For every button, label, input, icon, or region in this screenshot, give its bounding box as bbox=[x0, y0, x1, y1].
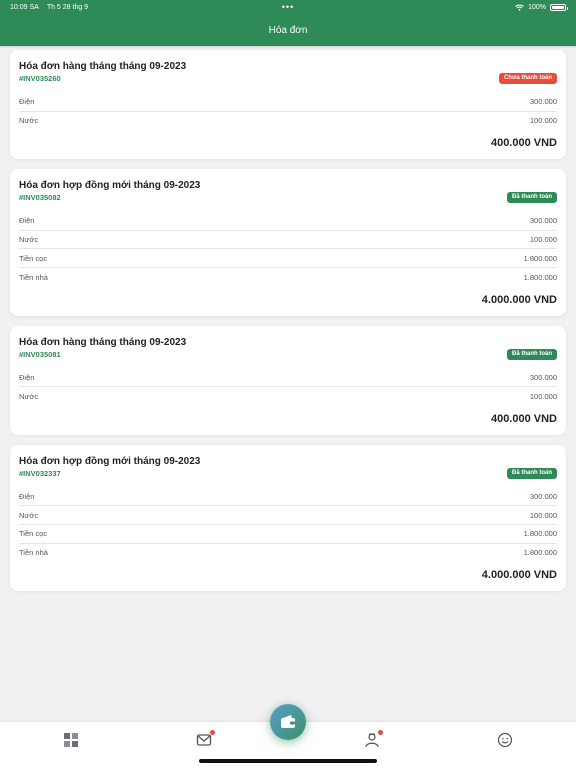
line-item-amount: 1.800.000 bbox=[523, 529, 557, 539]
line-item-amount: 1.800.000 bbox=[523, 253, 557, 263]
line-item-amount: 300.000 bbox=[529, 492, 557, 502]
profile-icon bbox=[365, 733, 379, 748]
header: Hóa đơn bbox=[0, 14, 576, 46]
multitasking-dots[interactable]: ••• bbox=[282, 2, 294, 12]
invoice-title: Hóa đơn hợp đồng mới tháng 09-2023 bbox=[19, 180, 201, 192]
line-item-amount: 300.000 bbox=[529, 216, 557, 226]
invoice-total: 400.000 VND bbox=[490, 137, 557, 150]
line-item-label: Nước bbox=[19, 510, 39, 520]
invoice-id: #INV035082 bbox=[19, 193, 61, 203]
invoice-card[interactable]: Hóa đơn hợp đồng mới tháng 09-2023 #INV0… bbox=[10, 169, 566, 316]
status-badge: Đã thanh toán bbox=[507, 348, 557, 360]
invoice-id: #INV035260 bbox=[19, 74, 61, 83]
line-item-label: Tiền cọc bbox=[19, 253, 48, 263]
tab-dashboard[interactable] bbox=[63, 732, 79, 748]
battery-icon bbox=[550, 3, 568, 11]
invoice-line-item: Điện 300.000 bbox=[19, 488, 557, 507]
line-item-amount: 100.000 bbox=[529, 391, 557, 401]
line-item-amount: 100.000 bbox=[529, 235, 557, 245]
invoice-total: 400.000 VND bbox=[490, 412, 557, 425]
status-badge: Đã thanh toán bbox=[507, 192, 557, 204]
invoice-id: #INV035081 bbox=[19, 349, 61, 359]
dashboard-icon bbox=[64, 733, 78, 747]
line-item-label: Điện bbox=[19, 97, 35, 107]
line-item-label: Điện bbox=[19, 216, 35, 226]
wifi-icon bbox=[515, 4, 524, 11]
wallet-icon bbox=[281, 715, 295, 728]
invoice-title: Hóa đơn hàng tháng tháng 09-2023 bbox=[19, 61, 187, 72]
tab-profile[interactable] bbox=[364, 730, 383, 748]
line-item-amount: 100.000 bbox=[529, 510, 557, 520]
invoice-total: 4.000.000 VND bbox=[481, 293, 557, 306]
status-date: Th 5 28 thg 9 bbox=[46, 3, 89, 11]
smiley-icon bbox=[497, 732, 513, 748]
line-item-label: Điện bbox=[19, 492, 35, 502]
home-indicator[interactable] bbox=[199, 759, 377, 763]
invoice-title: Hóa đơn hợp đồng mới tháng 09-2023 bbox=[19, 455, 201, 467]
tab-feedback[interactable] bbox=[497, 732, 513, 748]
line-item-amount: 300.000 bbox=[529, 97, 557, 107]
wallet-fab-button[interactable] bbox=[270, 704, 306, 740]
invoice-line-item: Tiền cọc 1.800.000 bbox=[19, 249, 557, 268]
invoice-list: Hóa đơn hàng tháng tháng 09-2023 #INV035… bbox=[10, 50, 566, 601]
line-item-label: Điện bbox=[19, 372, 35, 382]
invoice-line-item: Điện 300.000 bbox=[19, 369, 557, 388]
line-item-label: Tiền nhà bbox=[19, 548, 48, 558]
invoice-card[interactable]: Hóa đơn hợp đồng mới tháng 09-2023 #INV0… bbox=[10, 444, 566, 592]
invoice-card[interactable]: Hóa đơn hàng tháng tháng 09-2023 #INV035… bbox=[10, 325, 566, 435]
line-item-label: Tiền nhà bbox=[19, 272, 48, 282]
invoice-line-item: Tiền cọc 1.800.000 bbox=[19, 525, 557, 544]
line-item-label: Nước bbox=[19, 116, 39, 126]
status-badge: Chưa thanh toán bbox=[498, 73, 557, 84]
invoice-card[interactable]: Hóa đơn hàng tháng tháng 09-2023 #INV035… bbox=[10, 50, 566, 160]
page-title: Hóa đơn bbox=[268, 24, 308, 36]
line-item-label: Nước bbox=[19, 235, 39, 245]
invoice-line-item: Điện 300.000 bbox=[19, 93, 557, 112]
line-item-label: Tiền cọc bbox=[19, 529, 48, 539]
line-item-label: Nước bbox=[19, 391, 39, 401]
status-time: 10:09 SA bbox=[10, 3, 39, 11]
tab-messages[interactable] bbox=[196, 730, 215, 748]
invoice-line-item: Nước 100.000 bbox=[19, 387, 557, 406]
invoice-line-item: Điện 300.000 bbox=[19, 212, 557, 231]
status-bar: 10:09 SA Th 5 28 thg 9 ••• 100% bbox=[0, 0, 576, 14]
line-item-amount: 100.000 bbox=[529, 116, 557, 126]
messages-notification-dot bbox=[210, 730, 215, 735]
status-badge: Đã thanh toán bbox=[507, 467, 557, 479]
invoice-line-item: Nước 100.000 bbox=[19, 506, 557, 525]
messages-icon bbox=[196, 734, 212, 746]
invoice-line-item: Nước 100.000 bbox=[19, 231, 557, 250]
invoice-line-item: Nước 100.000 bbox=[19, 112, 557, 131]
line-item-amount: 300.000 bbox=[529, 372, 557, 382]
invoice-line-item: Tiền nhà 1.800.000 bbox=[19, 268, 557, 287]
battery-percent: 100% bbox=[528, 3, 546, 11]
invoice-line-item: Tiền nhà 1.800.000 bbox=[19, 544, 557, 563]
profile-notification-dot bbox=[378, 730, 383, 735]
invoice-id: #INV032337 bbox=[19, 468, 61, 478]
invoice-title: Hóa đơn hàng tháng tháng 09-2023 bbox=[19, 336, 187, 348]
line-item-amount: 1.800.000 bbox=[523, 272, 557, 282]
line-item-amount: 1.800.000 bbox=[523, 548, 557, 558]
invoice-total: 4.000.000 VND bbox=[481, 569, 557, 582]
